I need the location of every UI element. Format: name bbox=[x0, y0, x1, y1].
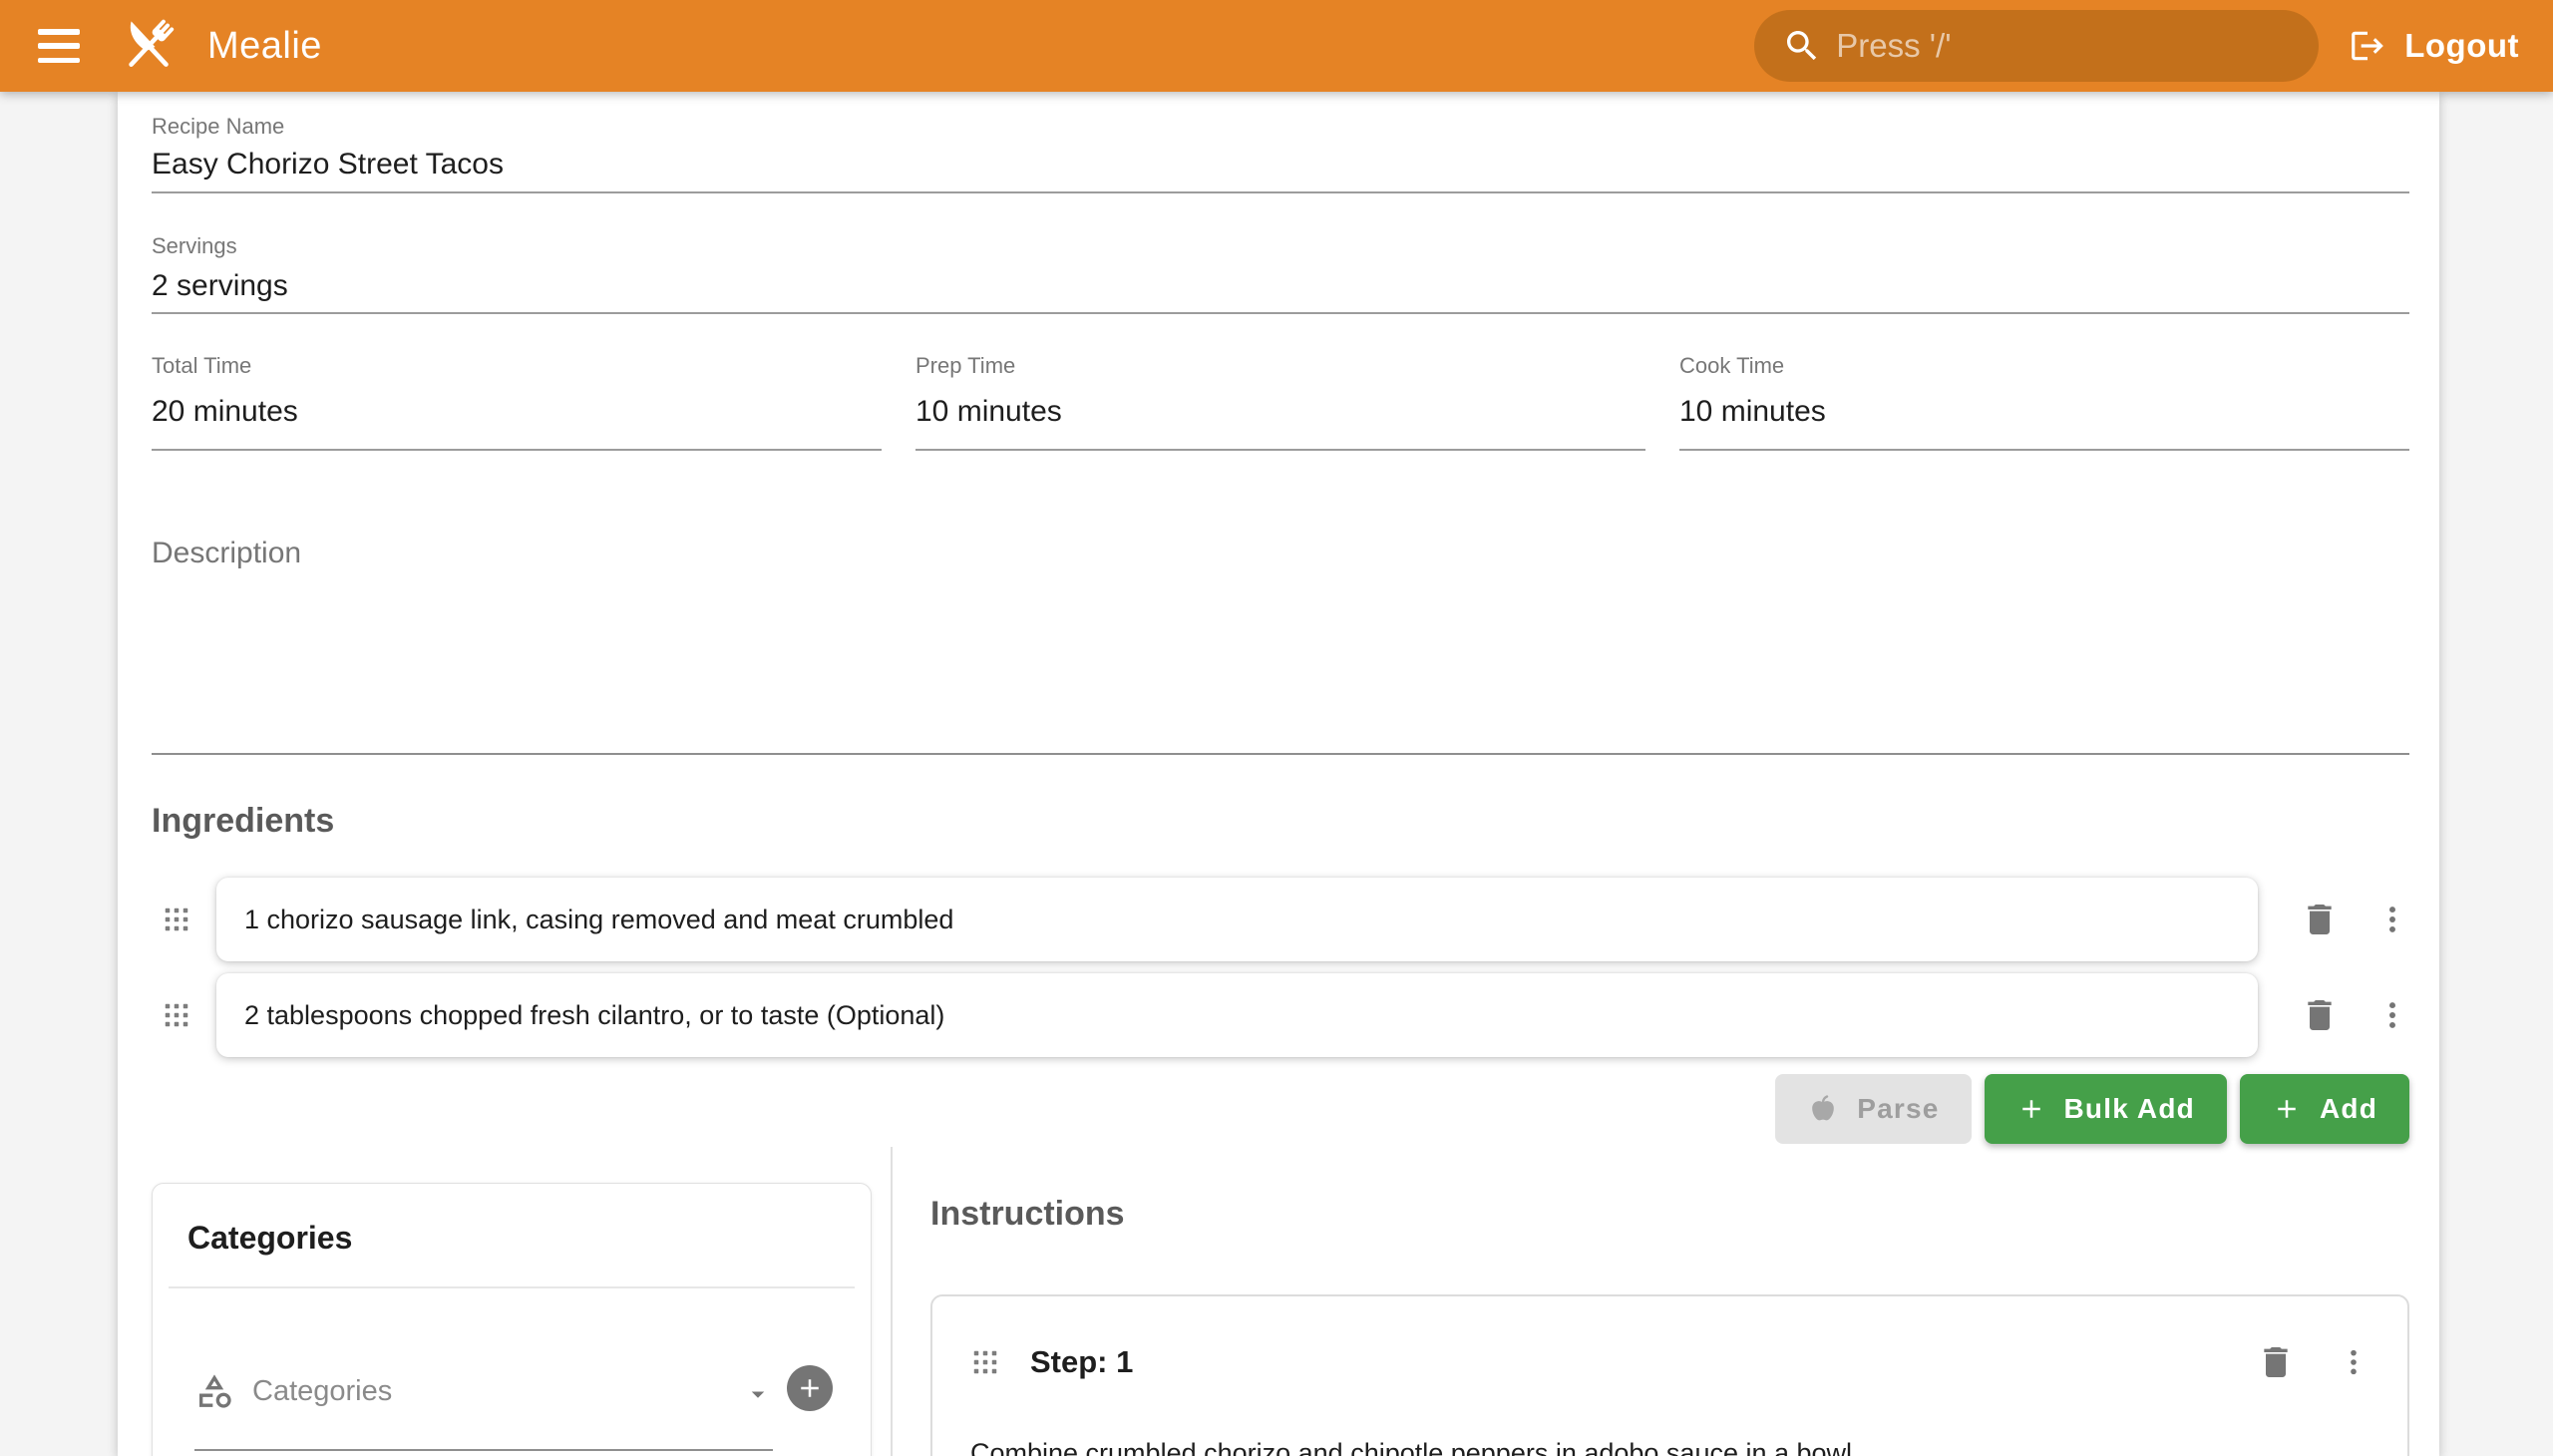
plus-icon bbox=[2016, 1094, 2046, 1124]
ingredients-heading: Ingredients bbox=[152, 802, 334, 841]
ingredient-text: 1 chorizo sausage link, casing removed a… bbox=[244, 905, 953, 935]
column-divider bbox=[891, 1147, 893, 1456]
drag-handle-icon[interactable] bbox=[162, 1000, 191, 1030]
caret-down-icon[interactable] bbox=[743, 1379, 773, 1409]
step-menu-button[interactable] bbox=[2338, 1346, 2370, 1378]
menu-button[interactable] bbox=[38, 29, 80, 63]
categories-card: Categories Categories bbox=[152, 1183, 872, 1456]
total-time-underline bbox=[152, 449, 882, 451]
search-placeholder: Press '/' bbox=[1836, 27, 1951, 65]
drag-handle-icon[interactable] bbox=[970, 1347, 1000, 1377]
ingredient-menu-button[interactable] bbox=[2375, 903, 2409, 936]
instructions-heading: Instructions bbox=[930, 1195, 1125, 1234]
add-ingredient-button[interactable]: Add bbox=[2240, 1074, 2409, 1144]
add-category-button[interactable] bbox=[787, 1365, 833, 1411]
logout-icon bbox=[2349, 27, 2386, 65]
drag-handle-icon[interactable] bbox=[162, 905, 191, 934]
ingredient-actions-row: Parse Bulk Add Add bbox=[1775, 1074, 2409, 1144]
description-label: Description bbox=[152, 537, 301, 570]
search-input[interactable]: Press '/' bbox=[1754, 10, 2319, 82]
cook-time-field[interactable]: Cook Time 10 minutes bbox=[1679, 353, 2409, 451]
prep-time-label: Prep Time bbox=[915, 353, 1645, 379]
shapes-icon bbox=[194, 1371, 234, 1411]
step-title: Step: 1 bbox=[1030, 1344, 1133, 1380]
trash-icon bbox=[2300, 995, 2340, 1035]
servings-value[interactable]: 2 servings bbox=[152, 269, 288, 303]
categories-heading: Categories bbox=[187, 1220, 352, 1257]
ingredient-text: 2 tablespoons chopped fresh cilantro, or… bbox=[244, 1000, 944, 1031]
ingredient-row: 1 chorizo sausage link, casing removed a… bbox=[152, 878, 2409, 961]
delete-ingredient-button[interactable] bbox=[2298, 900, 2342, 939]
prep-time-value[interactable]: 10 minutes bbox=[915, 395, 1645, 429]
search-icon bbox=[1782, 26, 1822, 66]
trash-icon bbox=[2256, 1342, 2296, 1382]
kebab-icon bbox=[2375, 998, 2409, 1032]
total-time-value[interactable]: 20 minutes bbox=[152, 395, 882, 429]
cook-time-underline bbox=[1679, 449, 2409, 451]
description-underline bbox=[152, 753, 2409, 755]
parse-label: Parse bbox=[1857, 1093, 1939, 1125]
categories-divider bbox=[169, 1286, 855, 1288]
step-header: Step: 1 bbox=[970, 1342, 2370, 1382]
total-time-label: Total Time bbox=[152, 353, 882, 379]
utensils-logo-icon bbox=[116, 13, 182, 79]
categories-select-placeholder: Categories bbox=[252, 1375, 392, 1408]
servings-underline bbox=[152, 312, 2409, 314]
bulk-add-button[interactable]: Bulk Add bbox=[1985, 1074, 2227, 1144]
recipe-name-underline bbox=[152, 191, 2409, 193]
apple-icon bbox=[1807, 1093, 1839, 1125]
delete-step-button[interactable] bbox=[2256, 1342, 2296, 1382]
recipe-edit-card: Recipe Name Easy Chorizo Street Tacos Se… bbox=[118, 92, 2439, 1456]
servings-label: Servings bbox=[152, 233, 237, 259]
step-text-input[interactable]: Combine crumbled chorizo and chipotle pe… bbox=[970, 1436, 2370, 1456]
trash-icon bbox=[2300, 900, 2340, 939]
ingredient-row: 2 tablespoons chopped fresh cilantro, or… bbox=[152, 973, 2409, 1057]
ingredient-input[interactable]: 1 chorizo sausage link, casing removed a… bbox=[216, 878, 2258, 961]
plus-icon bbox=[2272, 1094, 2302, 1124]
app-title: Mealie bbox=[207, 25, 322, 68]
ingredient-input[interactable]: 2 tablespoons chopped fresh cilantro, or… bbox=[216, 973, 2258, 1057]
parse-button[interactable]: Parse bbox=[1775, 1074, 1971, 1144]
kebab-icon bbox=[2338, 1346, 2370, 1378]
prep-time-underline bbox=[915, 449, 1645, 451]
logout-label: Logout bbox=[2404, 27, 2519, 65]
bulk-add-label: Bulk Add bbox=[2064, 1093, 2195, 1125]
kebab-icon bbox=[2375, 903, 2409, 936]
cook-time-label: Cook Time bbox=[1679, 353, 2409, 379]
time-fields-row: Total Time 20 minutes Prep Time 10 minut… bbox=[152, 353, 2409, 451]
categories-select[interactable]: Categories bbox=[194, 1371, 392, 1411]
total-time-field[interactable]: Total Time 20 minutes bbox=[152, 353, 882, 451]
ingredient-menu-button[interactable] bbox=[2375, 998, 2409, 1032]
categories-select-underline bbox=[194, 1449, 773, 1451]
plus-icon bbox=[795, 1373, 825, 1403]
prep-time-field[interactable]: Prep Time 10 minutes bbox=[915, 353, 1645, 451]
add-label: Add bbox=[2320, 1093, 2377, 1125]
instruction-step-card: Step: 1 Combine crumbled chorizo and chi… bbox=[930, 1294, 2409, 1456]
app-bar: Mealie Press '/' Logout bbox=[0, 0, 2553, 92]
delete-ingredient-button[interactable] bbox=[2298, 995, 2342, 1035]
mealie-app: Mealie Press '/' Logout Recipe Name Easy… bbox=[0, 0, 2553, 1456]
recipe-name-label: Recipe Name bbox=[152, 114, 284, 140]
logout-button[interactable]: Logout bbox=[2349, 27, 2519, 65]
recipe-name-value[interactable]: Easy Chorizo Street Tacos bbox=[152, 148, 504, 182]
cook-time-value[interactable]: 10 minutes bbox=[1679, 395, 2409, 429]
